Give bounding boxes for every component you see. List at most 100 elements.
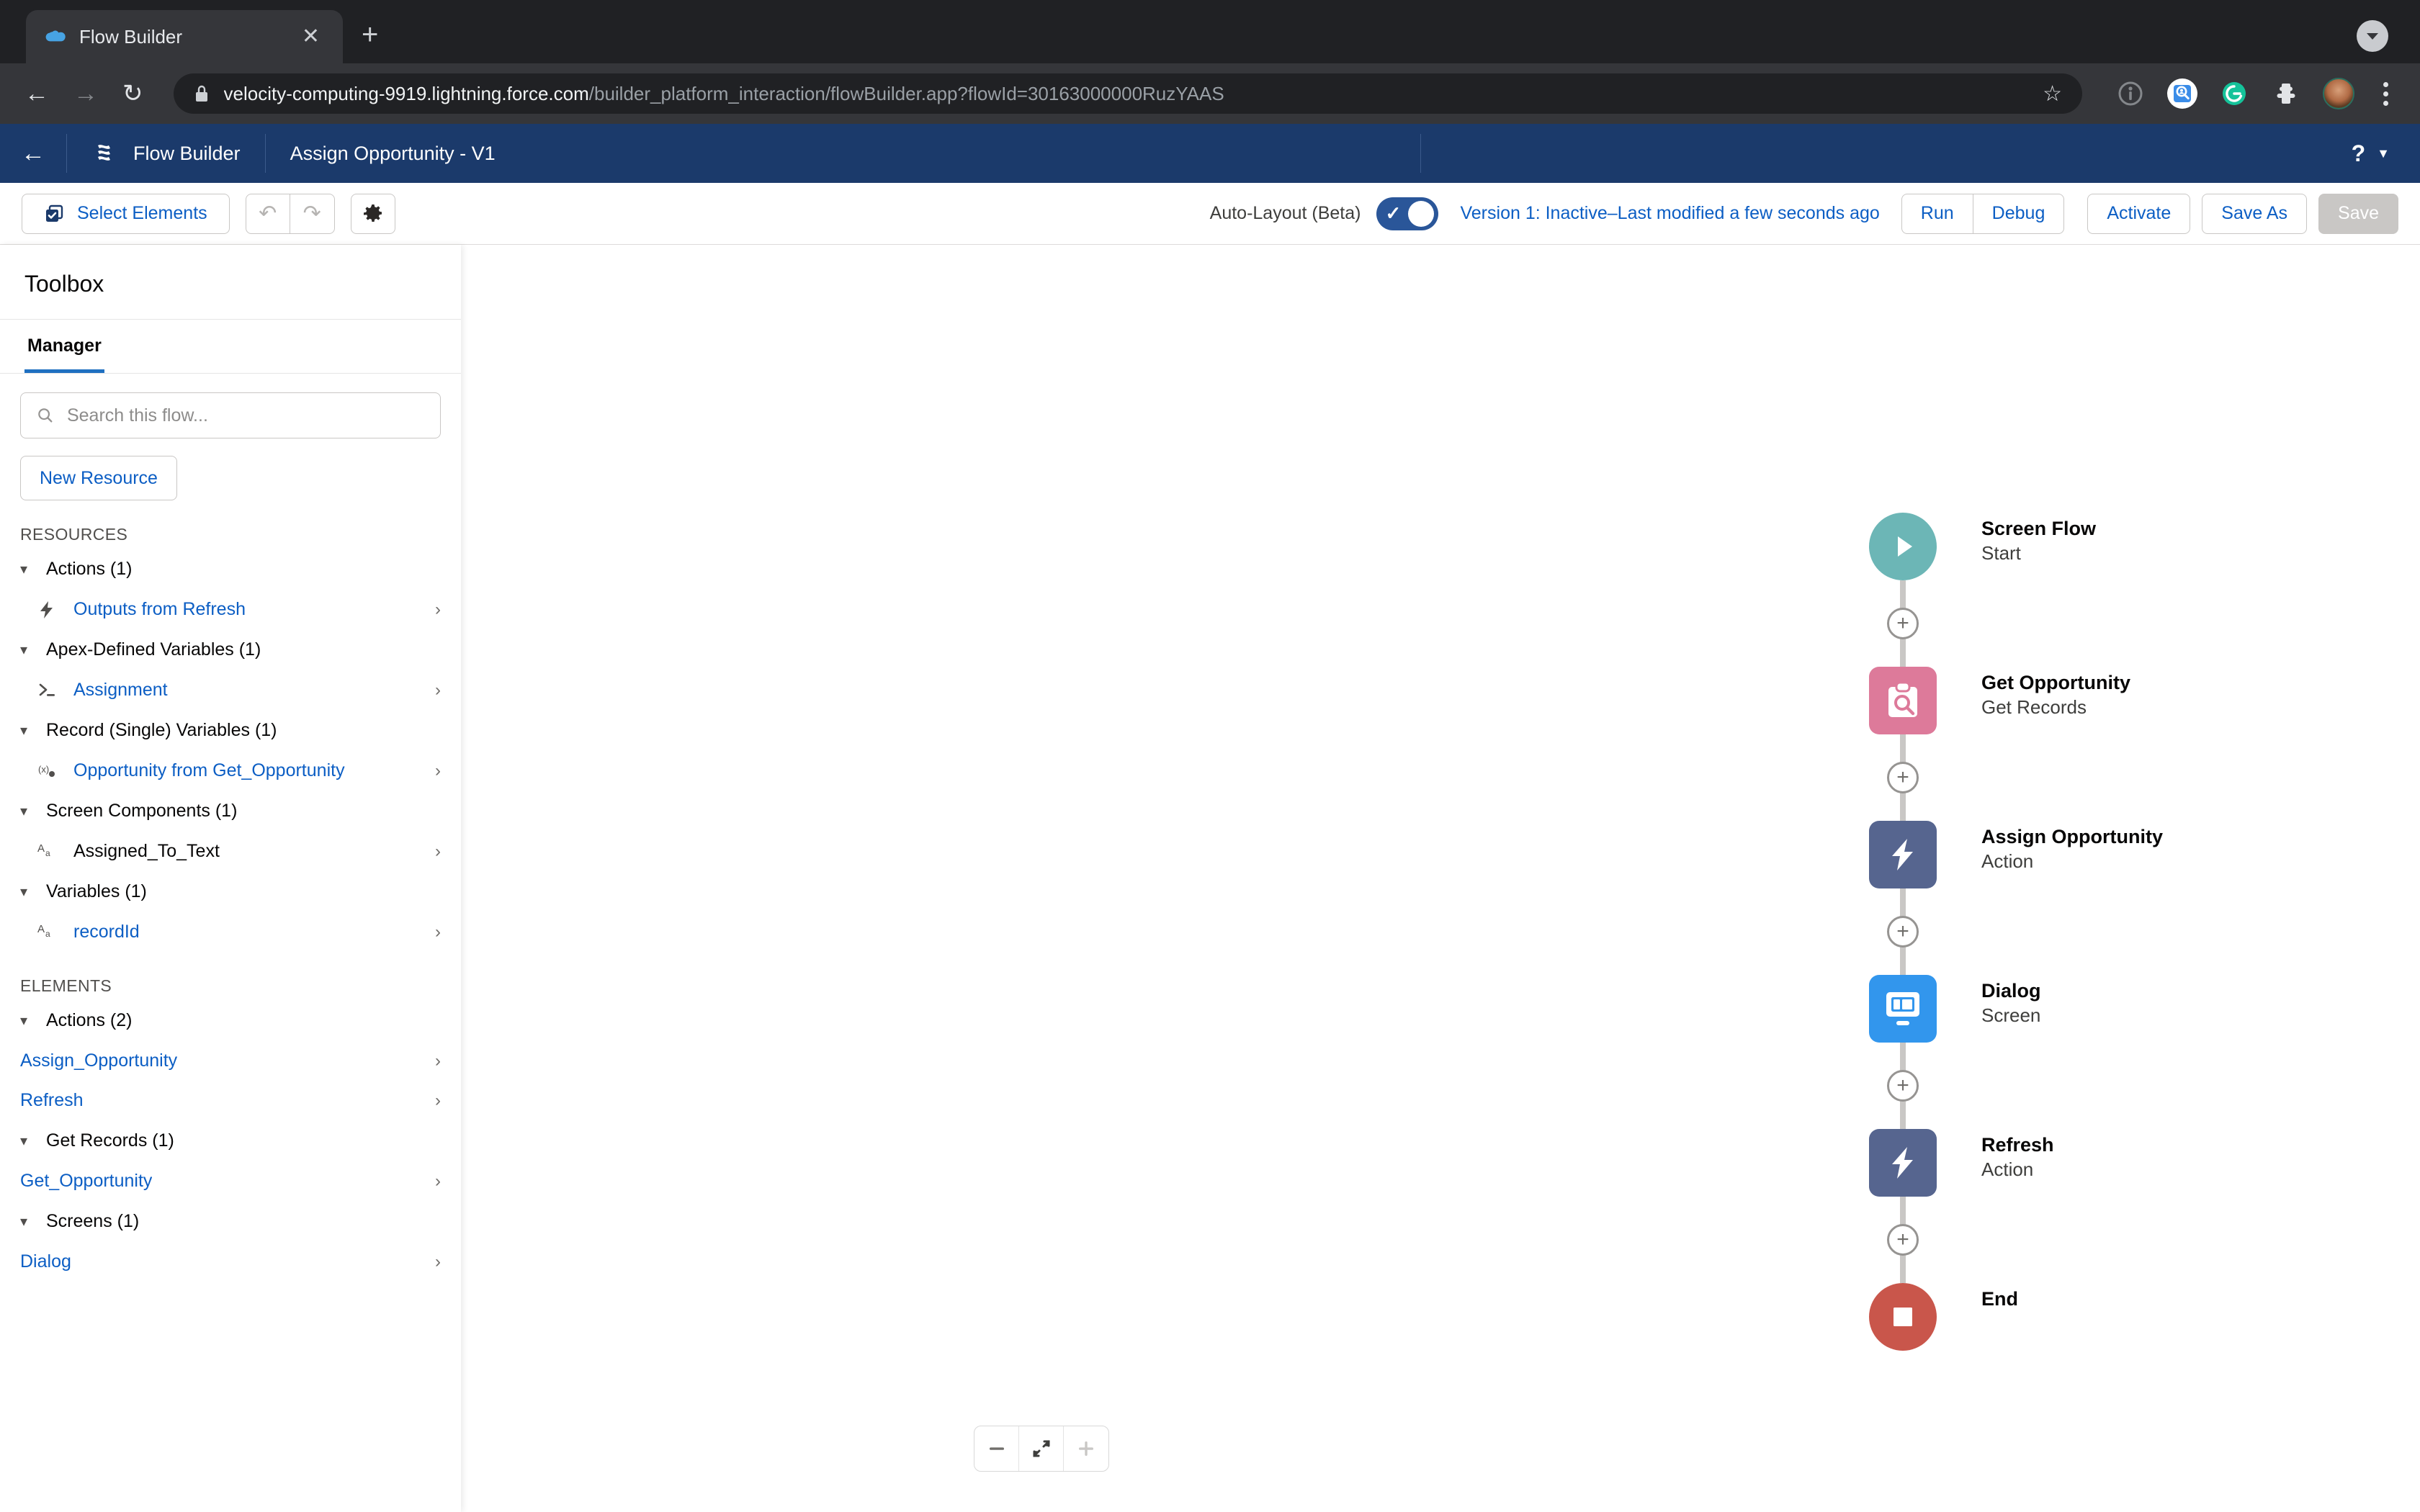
flow-builder-icon bbox=[91, 140, 117, 166]
plus-in-circle-icon: + bbox=[1896, 1075, 1909, 1097]
three-dot-menu-icon[interactable] bbox=[2376, 82, 2396, 106]
flow-connector: + bbox=[1869, 888, 1937, 975]
chevron-right-icon[interactable]: › bbox=[425, 1091, 441, 1111]
chevron-right-icon[interactable]: › bbox=[425, 761, 441, 781]
chevron-right-icon[interactable]: › bbox=[425, 680, 441, 701]
lock-icon bbox=[194, 84, 210, 104]
question-mark-icon: ? bbox=[2352, 140, 2366, 167]
tree-group[interactable]: ▾Screens (1) bbox=[0, 1201, 461, 1242]
toolbox-panel: Toolbox Manager New Resource RESOURCES ▾… bbox=[0, 245, 461, 1512]
flow-node[interactable]: RefreshAction bbox=[1869, 1129, 2163, 1197]
undo-button[interactable]: ↶ bbox=[246, 194, 290, 234]
debug-button[interactable]: Debug bbox=[1973, 194, 2065, 234]
tree-item[interactable]: Assignment› bbox=[0, 670, 461, 710]
flow-node-text: RefreshAction bbox=[1937, 1129, 2054, 1182]
tree-item[interactable]: (x)Opportunity from Get_Opportunity› bbox=[0, 751, 461, 791]
plus-icon bbox=[1076, 1439, 1096, 1459]
flow-canvas[interactable]: Screen FlowStart + Get OpportunityGet Reco… bbox=[461, 245, 2420, 1512]
add-element-button[interactable]: + bbox=[1887, 762, 1919, 793]
tree-item[interactable]: Dialog› bbox=[0, 1242, 461, 1282]
app-back-button[interactable]: ← bbox=[0, 124, 66, 183]
flow-node[interactable]: Assign OpportunityAction bbox=[1869, 821, 2163, 888]
chevron-down-icon: ▾ bbox=[20, 721, 35, 739]
profile-avatar[interactable] bbox=[2323, 78, 2354, 109]
tree-item[interactable]: Refresh› bbox=[0, 1081, 461, 1120]
search-box[interactable] bbox=[20, 392, 441, 438]
plus-in-circle-icon: + bbox=[1896, 921, 1909, 942]
redo-button[interactable]: ↷ bbox=[290, 194, 335, 234]
save-as-button[interactable]: Save As bbox=[2202, 194, 2307, 234]
arrow-left-icon[interactable]: ← bbox=[24, 81, 49, 106]
flow-connector: + bbox=[1869, 1197, 1937, 1283]
auto-layout-label: Auto-Layout (Beta) bbox=[1210, 203, 1361, 224]
tree-group[interactable]: ▾Record (Single) Variables (1) bbox=[0, 710, 461, 751]
reload-icon[interactable]: ↻ bbox=[122, 81, 143, 106]
select-elements-button[interactable]: Select Elements bbox=[22, 194, 230, 234]
flow-node[interactable]: End bbox=[1869, 1283, 2163, 1351]
chevron-right-icon[interactable]: › bbox=[425, 922, 441, 942]
search-person-extension-icon[interactable] bbox=[2167, 78, 2197, 109]
tree-group[interactable]: ▾Apex-Defined Variables (1) bbox=[0, 629, 461, 670]
tree-item[interactable]: Get_Opportunity › bbox=[0, 1161, 461, 1201]
tree-group[interactable]: ▾Get Records (1) bbox=[0, 1120, 461, 1161]
add-element-button[interactable]: + bbox=[1887, 1224, 1919, 1256]
add-element-button[interactable]: + bbox=[1887, 916, 1919, 948]
bookmark-star-icon[interactable]: ☆ bbox=[2028, 81, 2062, 107]
address-bar[interactable]: velocity-computing-9919.lightning.force.… bbox=[174, 73, 2083, 114]
caret-down-icon: ▼ bbox=[2377, 146, 2390, 161]
tree-group[interactable]: ▾Screen Components (1) bbox=[0, 791, 461, 832]
activate-button[interactable]: Activate bbox=[2087, 194, 2190, 234]
flow-node-subtitle: Action bbox=[1981, 850, 2163, 874]
flow-connector: + bbox=[1869, 734, 1937, 821]
tree-group-label: Get Records (1) bbox=[46, 1130, 174, 1151]
flow-node[interactable]: Screen FlowStart bbox=[1869, 513, 2163, 580]
tree-item[interactable]: AarecordId› bbox=[0, 912, 461, 952]
chevron-down-icon: ▾ bbox=[20, 802, 35, 820]
search-input[interactable] bbox=[67, 405, 424, 426]
run-button[interactable]: Run bbox=[1901, 194, 1973, 234]
close-icon[interactable]: ✕ bbox=[296, 23, 326, 50]
chevron-right-icon[interactable]: › bbox=[425, 1252, 441, 1272]
zoom-out-button[interactable] bbox=[974, 1426, 1019, 1471]
fit-to-view-button[interactable] bbox=[1019, 1426, 1064, 1471]
puzzle-extensions-icon[interactable] bbox=[2271, 78, 2301, 109]
tree-group[interactable]: ▾Actions (1) bbox=[0, 549, 461, 590]
browser-tab[interactable]: Flow Builder ✕ bbox=[26, 10, 343, 63]
tree-group-label: Screens (1) bbox=[46, 1211, 139, 1232]
tree-item[interactable]: Outputs from Refresh› bbox=[0, 590, 461, 629]
auto-layout-toggle[interactable]: ✓ bbox=[1376, 197, 1438, 230]
tree-group[interactable]: ▾Actions (2) bbox=[0, 1000, 461, 1041]
zoom-in-button bbox=[1064, 1426, 1108, 1471]
flow-node-title: Screen Flow bbox=[1981, 517, 2096, 541]
app-brand[interactable]: Flow Builder bbox=[67, 124, 265, 183]
flow-toolbar: Select Elements ↶ ↷ Auto-Layout (Beta) ✓… bbox=[0, 183, 2420, 245]
info-circle-icon[interactable] bbox=[2115, 78, 2146, 109]
chevron-right-icon[interactable]: › bbox=[425, 1171, 441, 1192]
chevron-right-icon[interactable]: › bbox=[425, 842, 441, 862]
flow-node[interactable]: Get OpportunityGet Records bbox=[1869, 667, 2163, 734]
help-menu-button[interactable]: ? ▼ bbox=[2321, 124, 2420, 183]
chevron-right-icon[interactable]: › bbox=[425, 1051, 441, 1071]
browser-extensions-area bbox=[2107, 78, 2396, 109]
tab-manager[interactable]: Manager bbox=[24, 320, 104, 373]
flow-settings-button[interactable] bbox=[351, 194, 395, 234]
new-tab-button[interactable]: + bbox=[362, 20, 378, 49]
grammarly-extension-icon[interactable] bbox=[2219, 78, 2249, 109]
get-records-icon bbox=[1869, 667, 1937, 734]
elements-section-label: ELEMENTS bbox=[0, 952, 461, 1000]
plus-in-circle-icon: + bbox=[1896, 767, 1909, 788]
new-resource-button[interactable]: New Resource bbox=[20, 456, 177, 500]
tree-item-label: Assigned_To_Text bbox=[73, 841, 220, 862]
tree-item[interactable]: AaAssigned_To_Text› bbox=[0, 832, 461, 871]
tree-group[interactable]: ▾Variables (1) bbox=[0, 871, 461, 912]
flow-node[interactable]: DialogScreen bbox=[1869, 975, 2163, 1043]
flow-node-text: Get OpportunityGet Records bbox=[1937, 667, 2130, 720]
add-element-button[interactable]: + bbox=[1887, 1070, 1919, 1102]
lightning-bolt-icon bbox=[1869, 821, 1937, 888]
app-header: ← Flow Builder Assign Opportunity - V1 ?… bbox=[0, 124, 2420, 183]
chevron-right-icon[interactable]: › bbox=[425, 600, 441, 620]
tab-search-button[interactable] bbox=[2357, 20, 2388, 52]
tree-item[interactable]: Assign_Opportunity› bbox=[0, 1041, 461, 1081]
tree-item-label: Get_Opportunity bbox=[20, 1171, 152, 1192]
add-element-button[interactable]: + bbox=[1887, 608, 1919, 639]
